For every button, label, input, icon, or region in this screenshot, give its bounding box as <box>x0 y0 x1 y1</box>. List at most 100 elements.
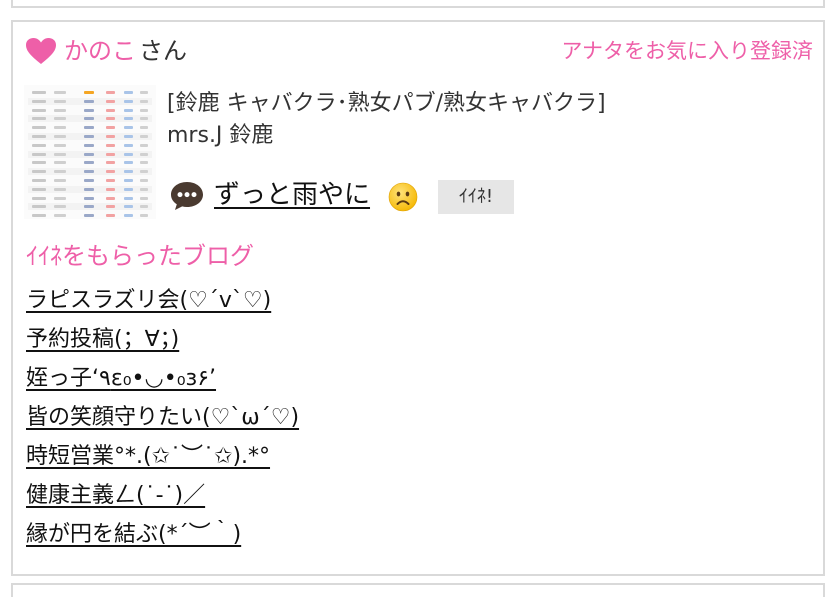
thumbnail-cell <box>106 179 115 182</box>
shop-type: [鈴鹿 キャバクラ･熟女パブ/熟女キャバクラ] <box>167 91 606 116</box>
thumbnail-row <box>28 212 152 219</box>
thumbnail-cell <box>54 99 66 103</box>
thumbnail-cell <box>124 99 133 103</box>
thumbnail-cell <box>32 99 46 103</box>
next-card-edge <box>11 583 825 597</box>
thumbnail-cell <box>124 196 133 200</box>
thumbnail-cell <box>54 196 66 200</box>
thumbnail-cell <box>84 117 94 121</box>
thumbnail-cell <box>54 214 66 218</box>
thumbnail-cell <box>54 187 66 191</box>
list-item: 時短営業°*.(✩˙︶˙✩).*° <box>26 440 299 479</box>
thumbnail-cell <box>140 108 148 112</box>
thumbnail-cell <box>140 196 148 200</box>
thumbnail-cell <box>124 108 133 112</box>
thumbnail-cell <box>84 135 94 138</box>
iine-button[interactable]: ｲｲﾈ! <box>438 180 514 214</box>
thumbnail-cell <box>140 214 148 218</box>
thumbnail-row <box>28 124 152 131</box>
thumbnail-cell <box>124 214 133 218</box>
thumbnail-cell <box>32 117 46 121</box>
blog-link[interactable]: 姪っ子‘٩ε₀•◡•₀з۶’ <box>26 366 216 391</box>
thumbnail-cell <box>106 135 115 138</box>
previous-card-edge <box>11 0 825 8</box>
thumbnail-cell <box>32 187 46 191</box>
thumbnail-cell <box>124 170 133 174</box>
thumbnail-cell <box>54 143 66 147</box>
thumbnail-cell <box>32 152 46 156</box>
thumbnail-cell <box>106 161 115 165</box>
user-honorific: さん <box>139 37 187 65</box>
thumbnail-cell <box>140 135 148 138</box>
post-title-link[interactable]: ずっと雨やに <box>214 176 370 214</box>
thumbnail-cell <box>84 196 94 200</box>
thumbnail-cell <box>54 152 66 156</box>
card-header: かのこ さん アナタをお気に入り登録済 <box>25 36 813 68</box>
thumbnail-cell <box>106 143 115 147</box>
list-item: 皆の笑顔守りたい(♡`ω´♡) <box>26 401 299 440</box>
thumbnail-cell <box>32 143 46 147</box>
thumbnail-cell <box>54 179 66 182</box>
thumbnail-row <box>28 203 152 211</box>
thumbnail-cell <box>124 126 133 130</box>
blog-link[interactable]: 予約投稿(；∀；) <box>26 327 179 352</box>
blog-link[interactable]: ラピスラズリ会(♡´ᴠ`♡) <box>26 288 271 313</box>
post-thumbnail[interactable] <box>24 85 156 219</box>
thumbnail-cell <box>140 152 148 156</box>
thumbnail-cell <box>106 214 115 218</box>
thumbnail-cell <box>32 108 46 112</box>
thumbnail-cell <box>54 170 66 174</box>
thumbnail-cell <box>32 214 46 218</box>
thumbnail-cell <box>106 108 115 112</box>
thumbnail-cell <box>106 99 115 103</box>
thumbnail-row <box>28 150 152 158</box>
blog-link[interactable]: 縁が円を結ぶ(*´︶｀) <box>26 522 241 547</box>
favorite-user-card: かのこ さん アナタをお気に入り登録済 [鈴鹿 キャバクラ･熟女パブ/熟女キャバ… <box>11 20 825 576</box>
thumbnail-row <box>28 195 152 202</box>
blog-link[interactable]: 皆の笑顔守りたい(♡`ω´♡) <box>26 405 299 430</box>
thumbnail-cell <box>124 179 133 182</box>
thumbnail-cell <box>84 108 94 112</box>
thumbnail-row <box>28 97 152 105</box>
thumbnail-cell <box>84 187 94 191</box>
thumbnail-cell <box>32 91 46 94</box>
thumbnail-row <box>28 133 152 140</box>
thumbnail-cell <box>54 108 66 112</box>
thumbnail-cell <box>140 126 148 130</box>
thumbnail-row <box>28 177 152 184</box>
thumbnail-cell <box>140 143 148 147</box>
thumbnail-cell <box>84 214 94 218</box>
thumbnail-cell <box>54 135 66 138</box>
thumbnail-cell <box>54 117 66 121</box>
thumbnail-cell <box>106 187 115 191</box>
thumbnail-cell <box>140 161 148 165</box>
heart-icon <box>26 38 56 64</box>
thumbnail-cell <box>32 196 46 200</box>
thumbnail-cell <box>140 187 148 191</box>
thumbnail-cell <box>124 117 133 121</box>
thumbnail-cell <box>32 135 46 138</box>
thumbnail-cell <box>124 161 133 165</box>
user-name-link[interactable]: かのこ <box>64 36 136 66</box>
thumbnail-cell <box>32 170 46 174</box>
list-item: 健康主義ㄥ(˙-˙)／ <box>26 479 299 518</box>
liked-blogs-heading: ｲｲﾈをもらったブログ <box>26 242 254 270</box>
favorite-status: アナタをお気に入り登録済 <box>561 39 813 63</box>
thumbnail-cell <box>140 99 148 103</box>
thumbnail-cell <box>124 135 133 138</box>
list-item: 予約投稿(；∀；) <box>26 323 299 362</box>
thumbnail-cell <box>140 205 148 209</box>
thumbnail-cell <box>124 143 133 147</box>
thumbnail-cell <box>106 205 115 209</box>
thumbnail-row <box>28 107 152 114</box>
thumbnail-row <box>28 185 152 193</box>
thumbnail-cell <box>140 179 148 182</box>
thumbnail-cell <box>84 152 94 156</box>
thumbnail-cell <box>124 187 133 191</box>
list-item: ラピスラズリ会(♡´ᴠ`♡) <box>26 284 299 323</box>
blog-link[interactable]: 時短営業°*.(✩˙︶˙✩).*° <box>26 444 270 469</box>
shop-name[interactable]: mrs.J 鈴鹿 <box>167 120 606 152</box>
thumbnail-cell <box>124 205 133 209</box>
blog-link[interactable]: 健康主義ㄥ(˙-˙)／ <box>26 483 205 508</box>
speech-bubble-icon <box>171 182 203 210</box>
